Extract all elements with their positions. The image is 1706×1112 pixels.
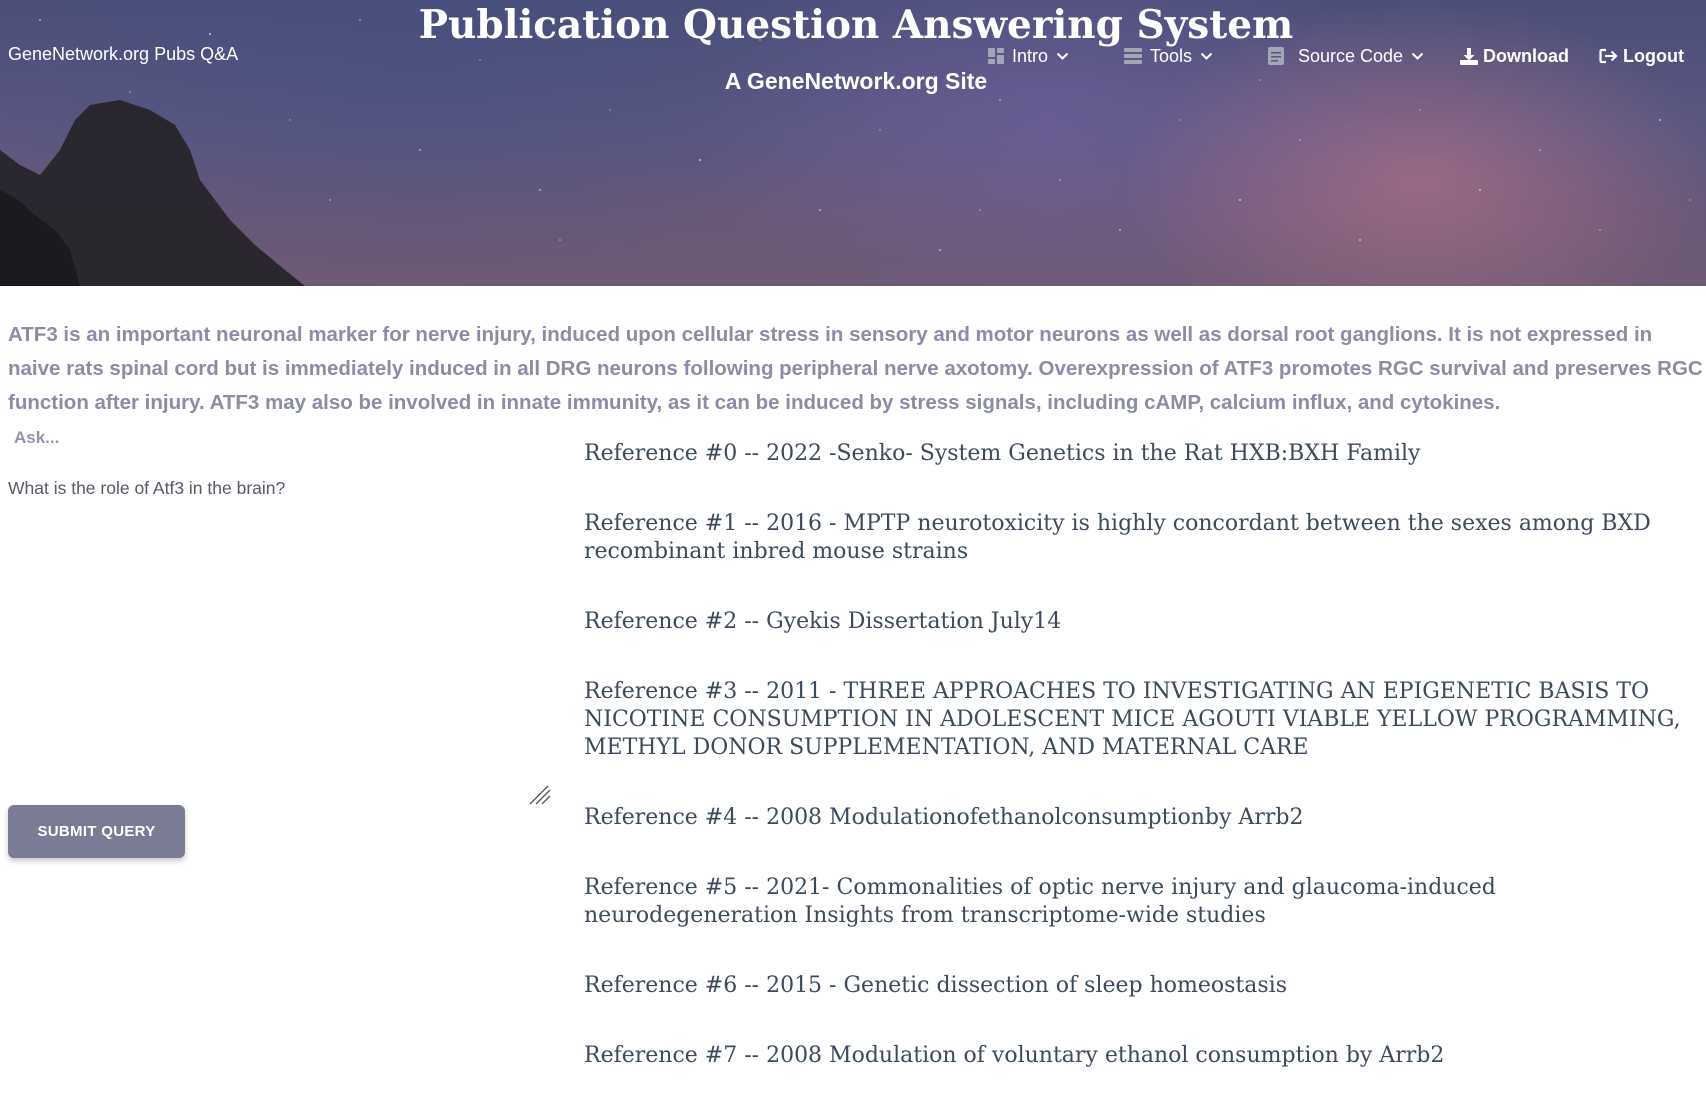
download-icon [1460,47,1478,65]
nav-tools-label: Tools [1150,45,1193,66]
chevron-down-icon [1411,52,1424,61]
logout-icon [1599,48,1618,64]
answer-summary: ATF3 is an important neuronal marker for… [8,323,1703,414]
reference-link-7[interactable]: Reference #7 -- 2008 Modulation of volun… [584,1042,1694,1070]
nav-intro-label: Intro [1012,45,1049,66]
chevron-down-icon [1200,52,1213,61]
reference-link-2[interactable]: Reference #2 -- Gyekis Dissertation July… [584,608,1694,636]
submit-query-button[interactable]: SUBMIT QUERY [8,805,185,858]
question-input[interactable]: What is the role of Atf3 in the brain? [0,470,550,806]
nav-source-code-menu[interactable]: Source Code [1268,44,1424,68]
page-title: Publication Question Answering System [418,2,1294,48]
nav-tools-menu[interactable]: Tools [1124,44,1213,68]
reference-link-1[interactable]: Reference #1 -- 2016 - MPTP neurotoxicit… [584,510,1694,566]
nav-logout-link[interactable]: Logout [1599,44,1684,68]
nav-source-code-label: Source Code [1298,45,1404,66]
tools-icon [1124,48,1142,64]
nav-download-link[interactable]: Download [1460,44,1569,68]
reference-link-3[interactable]: Reference #3 -- 2011 - THREE APPROACHES … [584,678,1694,762]
reference-link-0[interactable]: Reference #0 -- 2022 -Senko- System Gene… [584,440,1694,468]
reference-link-6[interactable]: Reference #6 -- 2015 - Genetic dissectio… [584,972,1694,1000]
document-icon [1268,47,1284,65]
references-list: Reference #0 -- 2022 -Senko- System Gene… [584,440,1694,1112]
page-subtitle: A GeneNetwork.org Site [724,68,988,94]
nav-logout-label: Logout [1623,45,1684,66]
nav-intro-menu[interactable]: Intro [988,44,1069,68]
chevron-down-icon [1056,52,1069,61]
ask-label: Ask... [14,428,60,447]
dashboard-icon [988,48,1004,64]
reference-link-4[interactable]: Reference #4 -- 2008 Modulationofethanol… [584,804,1694,832]
nav-download-label: Download [1483,45,1569,66]
resize-grip-icon[interactable] [528,784,552,811]
reference-link-5[interactable]: Reference #5 -- 2021- Commonalities of o… [584,874,1694,930]
